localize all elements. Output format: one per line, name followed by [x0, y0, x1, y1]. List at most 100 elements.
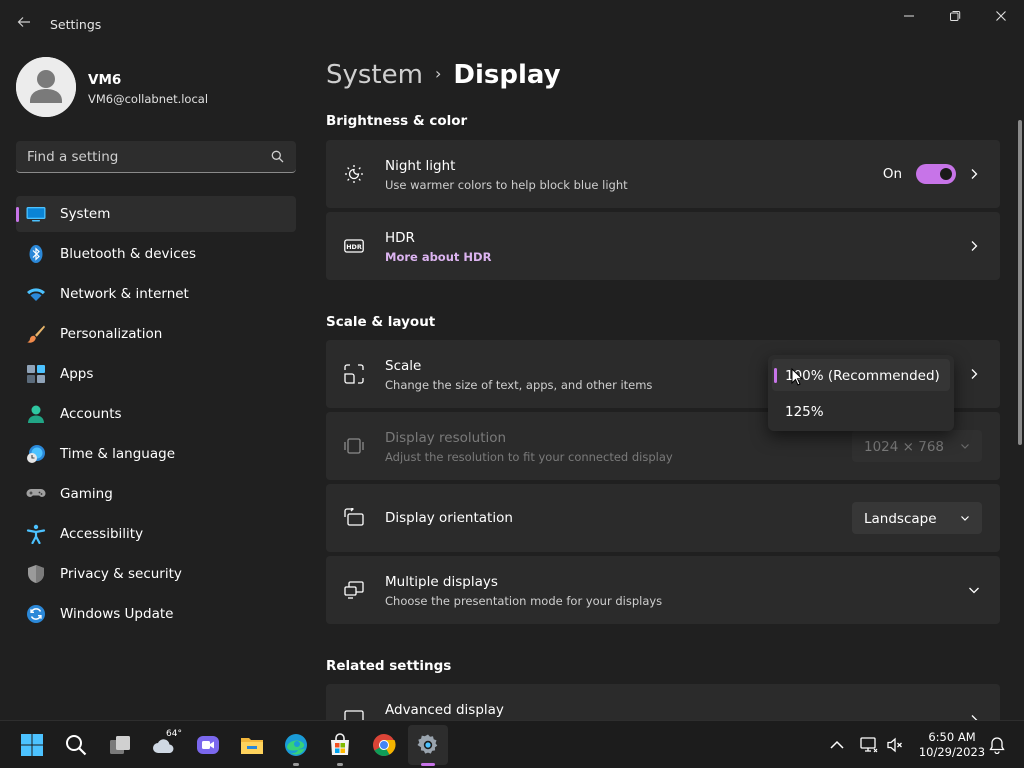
section-title-related: Related settings [326, 658, 452, 674]
sidebar-item-bluetooth[interactable]: Bluetooth & devices [16, 236, 296, 272]
network-ethernet-icon[interactable] [860, 736, 878, 754]
user-email: VM6@collabnet.local [88, 92, 209, 106]
sidebar-item-label: Time & language [60, 446, 176, 462]
update-icon [27, 605, 45, 623]
card-subtitle: Use warmer colors to help block blue lig… [385, 178, 628, 192]
user-profile[interactable]: VM6 VM6@collabnet.local [16, 57, 296, 117]
sidebar-item-accessibility[interactable]: Accessibility [16, 516, 296, 552]
shield-icon [28, 565, 44, 583]
multiple-displays-card[interactable]: Multiple displays Choose the presentatio… [326, 556, 1000, 624]
sidebar-item-label: Bluetooth & devices [60, 246, 197, 262]
weather-temperature: 64° [166, 729, 182, 739]
close-icon [996, 11, 1006, 21]
chevron-right-icon [971, 241, 978, 251]
title-bar: Settings [0, 0, 1024, 48]
sidebar-item-label: System [60, 206, 111, 222]
search-icon[interactable] [64, 733, 88, 757]
active-indicator [421, 763, 435, 766]
sidebar-item-label: Personalization [60, 326, 163, 342]
restore-button[interactable] [932, 6, 978, 28]
chevron-up-icon[interactable] [828, 736, 846, 754]
minimize-button[interactable] [886, 6, 932, 28]
search-input[interactable] [16, 141, 256, 172]
brush-icon [27, 325, 45, 343]
person-icon [28, 405, 44, 423]
card-title: Advanced display [385, 702, 504, 718]
running-indicator [293, 763, 299, 766]
avatar [16, 57, 76, 117]
chevron-right-icon [971, 169, 978, 179]
sidebar-item-network[interactable]: Network & internet [16, 276, 296, 312]
taskbar: 64° 6:50 AM 10/29/2023 [0, 720, 1024, 768]
sidebar-item-apps[interactable]: Apps [16, 356, 296, 392]
orientation-icon [344, 508, 364, 526]
resolution-dropdown: 1024 × 768 [852, 430, 982, 462]
hdr-icon: HDR [344, 239, 364, 253]
sidebar-item-windows-update[interactable]: Windows Update [16, 596, 296, 632]
search-box[interactable] [16, 141, 296, 173]
store-icon[interactable] [328, 733, 352, 757]
search-icon[interactable] [271, 150, 284, 163]
sidebar-item-gaming[interactable]: Gaming [16, 476, 296, 512]
sidebar-item-system[interactable]: System [16, 196, 296, 232]
chat-video-icon[interactable] [196, 733, 220, 757]
card-subtitle: Choose the presentation mode for your di… [385, 594, 663, 608]
settings-gear-icon[interactable] [416, 733, 440, 757]
notification-bell-icon[interactable] [988, 736, 1006, 754]
night-light-toggle[interactable] [916, 164, 956, 184]
back-button[interactable] [14, 14, 34, 34]
scrollbar[interactable] [1018, 120, 1022, 445]
apps-icon [27, 365, 45, 383]
multiple-displays-icon [344, 581, 364, 599]
minimize-icon [904, 15, 914, 17]
sidebar-item-label: Accessibility [60, 526, 144, 542]
scale-dropdown-menu: 100% (Recommended) 125% [768, 355, 954, 431]
chrome-browser-icon[interactable] [372, 733, 396, 757]
orientation-value: Landscape [864, 511, 937, 527]
sidebar-item-personalization[interactable]: Personalization [16, 316, 296, 352]
card-title: HDR [385, 230, 415, 246]
sidebar-item-label: Windows Update [60, 606, 174, 622]
edge-browser-icon[interactable] [284, 733, 308, 757]
card-title: Night light [385, 158, 456, 174]
file-explorer-icon[interactable] [240, 733, 264, 757]
back-arrow-icon [17, 17, 30, 27]
display-orientation-card[interactable]: Display orientation Landscape [326, 484, 1000, 552]
task-view-icon[interactable] [108, 733, 132, 757]
card-subtitle: Adjust the resolution to fit your connec… [385, 450, 673, 464]
system-monitor-icon [26, 207, 46, 222]
sidebar-item-privacy-security[interactable]: Privacy & security [16, 556, 296, 592]
breadcrumb-parent[interactable]: System [326, 60, 423, 90]
breadcrumb: System › Display [326, 60, 561, 90]
sidebar-item-accounts[interactable]: Accounts [16, 396, 296, 432]
card-title: Display resolution [385, 430, 507, 446]
chevron-down-icon[interactable] [968, 584, 980, 596]
page-title: Display [453, 60, 561, 90]
clock[interactable]: 6:50 AM 10/29/2023 [912, 730, 992, 760]
night-light-card[interactable]: Night light Use warmer colors to help bl… [326, 140, 1000, 208]
section-title-brightness: Brightness & color [326, 113, 468, 129]
close-button[interactable] [978, 6, 1024, 28]
sidebar-item-label: Apps [60, 366, 94, 382]
sidebar-item-label: Gaming [60, 486, 113, 502]
resolution-value: 1024 × 768 [864, 439, 945, 455]
advanced-display-card[interactable]: Advanced display [326, 684, 1000, 720]
chevron-down-icon [961, 444, 969, 449]
orientation-dropdown[interactable]: Landscape [852, 502, 982, 534]
more-about-hdr-link[interactable]: More about HDR [385, 250, 491, 264]
card-subtitle: Change the size of text, apps, and other… [385, 378, 653, 392]
card-title: Scale [385, 358, 422, 374]
sidebar-item-label: Network & internet [60, 286, 189, 302]
windows-start-icon[interactable] [20, 733, 44, 757]
scale-option-125[interactable]: 125% [772, 395, 950, 427]
chevron-down-icon [961, 516, 969, 521]
sidebar-item-time-language[interactable]: Time & language [16, 436, 296, 472]
breadcrumb-separator: › [434, 64, 442, 83]
hdr-card[interactable]: HDR HDR More about HDR [326, 212, 1000, 280]
toggle-state-label: On [882, 166, 902, 182]
accessibility-icon [26, 524, 46, 544]
clock-time: 6:50 AM [928, 730, 976, 744]
clock-date: 10/29/2023 [918, 745, 986, 759]
speaker-muted-icon[interactable] [886, 736, 904, 754]
option-label: 125% [785, 404, 824, 420]
